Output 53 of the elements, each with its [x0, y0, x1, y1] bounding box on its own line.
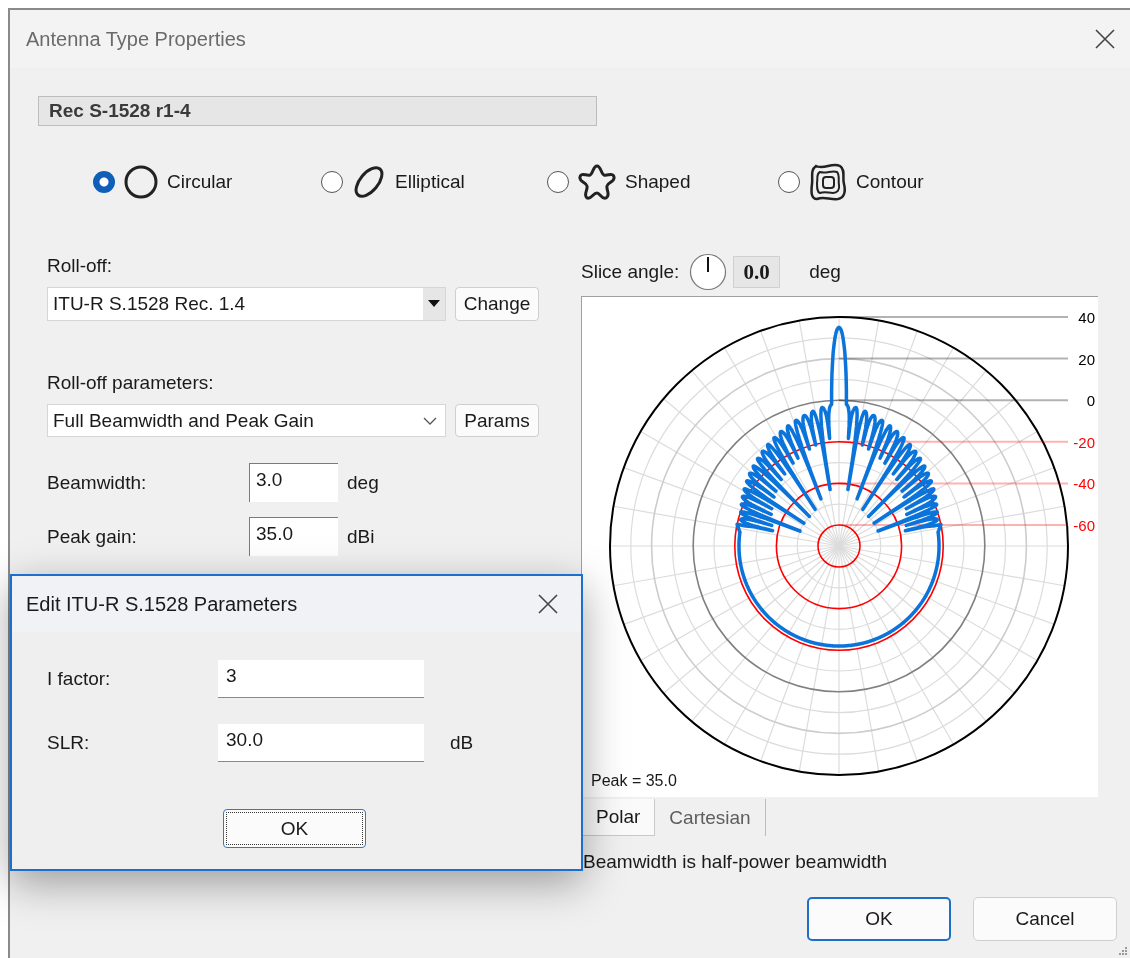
unit-label: dBi — [347, 525, 376, 548]
dialog-button[interactable]: Cancel — [973, 897, 1117, 941]
level-label: -40 — [1073, 475, 1095, 493]
radio-label[interactable]: Contour — [856, 171, 924, 193]
tab[interactable]: Polar — [581, 799, 656, 836]
level-label: 40 — [1078, 309, 1095, 326]
window-title: Antenna Type Properties — [26, 27, 246, 51]
chevron-down-icon — [423, 416, 437, 425]
radio-label[interactable]: Shaped — [625, 171, 691, 193]
note-text: Beamwidth is half-power beamwidth — [583, 850, 889, 874]
radio-button[interactable] — [93, 171, 115, 193]
dialog-button[interactable]: OK — [807, 897, 951, 941]
dropdown-arrow-icon — [428, 300, 440, 308]
star-shape-icon — [577, 163, 617, 201]
circle-icon — [123, 164, 159, 200]
field-label: Beamwidth: — [47, 471, 148, 494]
dial-icon[interactable] — [689, 253, 728, 291]
radio-label[interactable]: Circular — [167, 171, 233, 193]
unit-label: deg — [809, 261, 841, 283]
field-label: Peak gain: — [47, 525, 138, 548]
radio-button[interactable] — [547, 171, 569, 193]
resize-grip-icon — [1118, 946, 1128, 956]
unit-label: deg — [347, 471, 380, 494]
radio-button[interactable] — [321, 171, 343, 193]
tab[interactable]: Cartesian — [655, 799, 766, 836]
field-label: SLR: — [47, 732, 91, 754]
close-icon[interactable] — [537, 593, 559, 615]
input-field[interactable]: 30.0 — [218, 724, 424, 762]
field-label: Roll-off parameters: — [47, 371, 215, 395]
contour-icon — [808, 162, 848, 202]
parameters-dropdown[interactable]: Full Beamwidth and Peak Gain — [47, 404, 446, 437]
level-label: 0 — [1086, 392, 1095, 410]
change-button[interactable]: Change — [455, 287, 539, 321]
radio-button[interactable] — [778, 171, 800, 193]
input-field[interactable]: 3 — [218, 660, 424, 698]
close-icon[interactable] — [1094, 28, 1116, 50]
input-field[interactable]: 3.0 — [249, 463, 338, 502]
input-field[interactable]: 35.0 — [249, 517, 338, 556]
ok-button[interactable]: OK — [223, 809, 366, 848]
rolloff-dropdown[interactable]: ITU-R S.1528 Rec. 1.4 — [47, 287, 446, 321]
level-label: 20 — [1078, 350, 1095, 368]
params-button[interactable]: Params — [455, 404, 539, 437]
peak-label: Peak = 35.0 — [591, 772, 677, 789]
dialog-title: Edit ITU-R S.1528 Parameters — [26, 592, 298, 616]
level-label: -60 — [1073, 517, 1095, 534]
radio-label[interactable]: Elliptical — [395, 171, 465, 193]
slice-angle-value[interactable]: 0.0 — [733, 256, 781, 288]
unit-label: dB — [450, 732, 475, 754]
field-label: I factor: — [47, 668, 112, 690]
field-label: Slice angle: — [581, 261, 680, 283]
level-label: -20 — [1073, 433, 1095, 451]
field-label: Roll-off: — [47, 254, 114, 278]
antenna-name-field[interactable]: Rec S-1528 r1-4 — [38, 96, 597, 126]
